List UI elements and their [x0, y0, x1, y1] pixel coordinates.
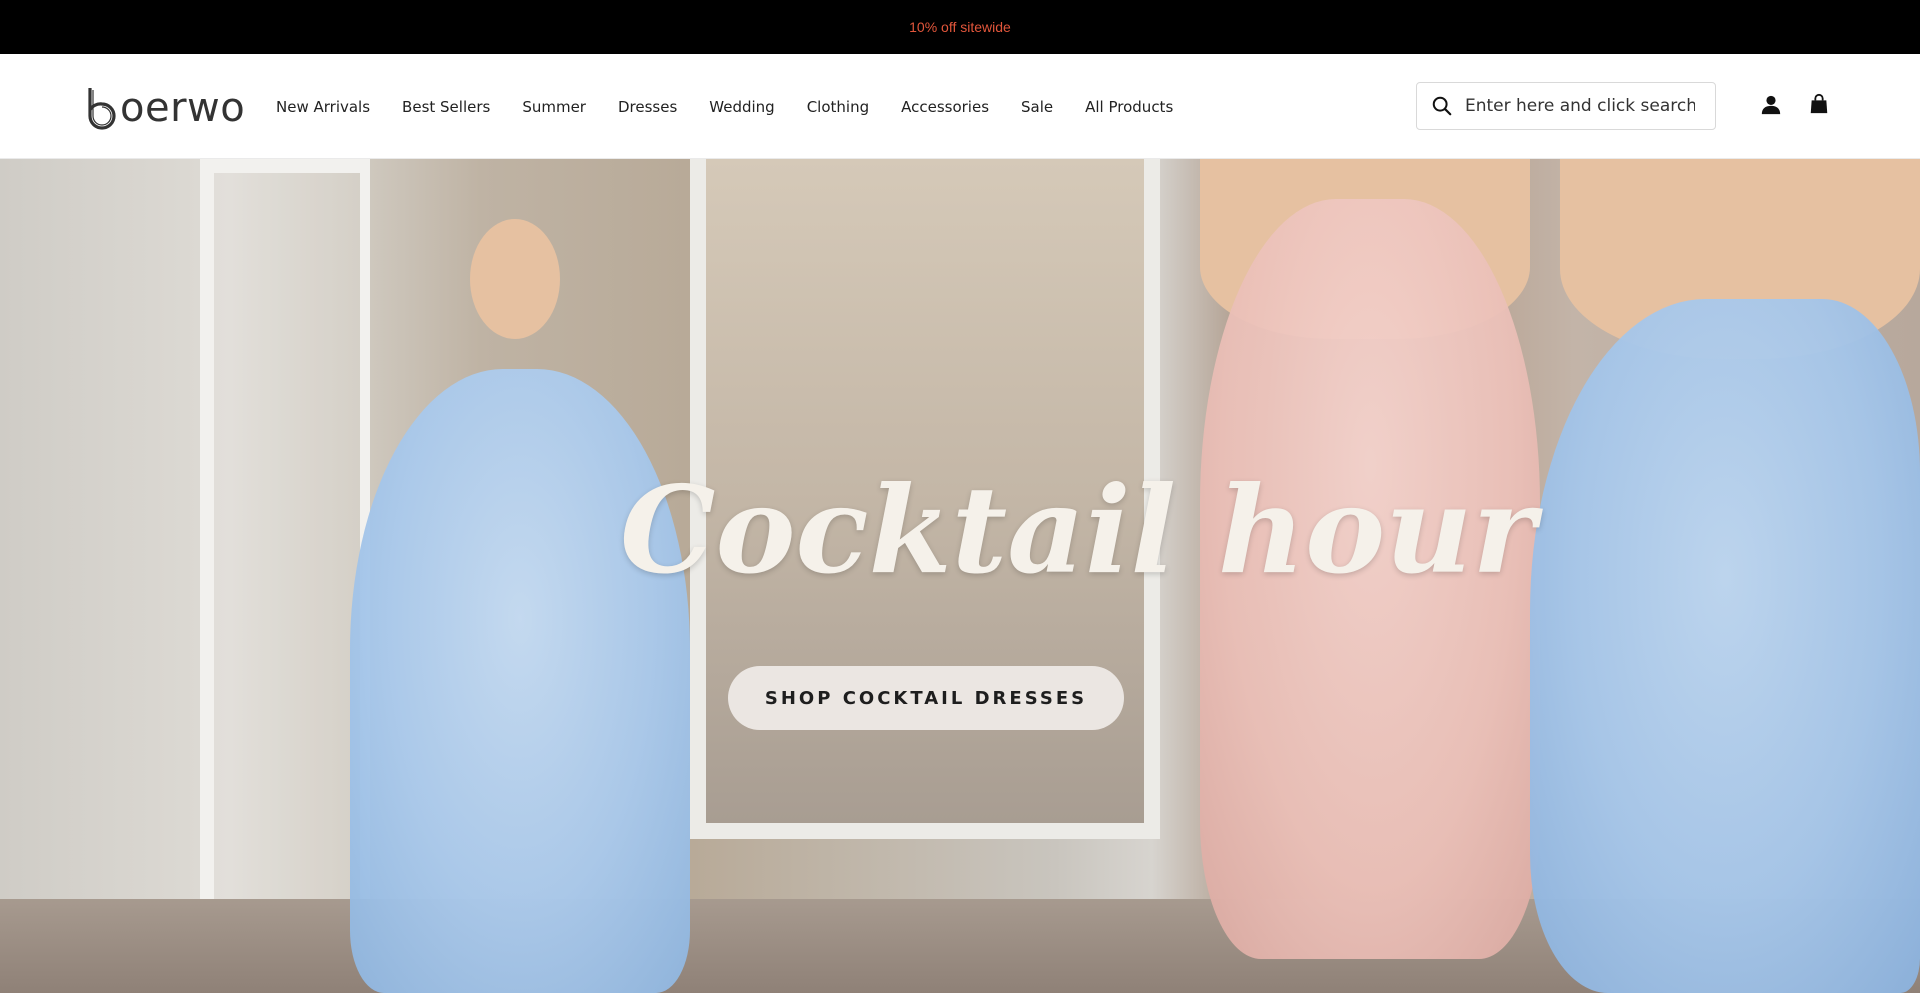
search-input[interactable]	[1465, 96, 1695, 116]
search-icon[interactable]	[1431, 95, 1453, 117]
announcement-bar: 10% off sitewide	[0, 0, 1920, 54]
nav-item-dresses[interactable]: Dresses	[618, 98, 677, 116]
site-header: oerwo New Arrivals Best Sellers Summer D…	[0, 54, 1920, 159]
brand-logo[interactable]: oerwo	[84, 84, 245, 132]
logo-b-glyph-icon	[88, 88, 116, 130]
nav-item-accessories[interactable]: Accessories	[901, 98, 989, 116]
logo-text: oerwo	[120, 85, 246, 131]
nav-item-all-products[interactable]: All Products	[1085, 98, 1173, 116]
nav-item-wedding[interactable]: Wedding	[709, 98, 774, 116]
shop-cocktail-dresses-button[interactable]: SHOP COCKTAIL DRESSES	[728, 666, 1124, 730]
search-box[interactable]	[1416, 82, 1716, 130]
model-left-skin	[470, 219, 560, 339]
cart-icon[interactable]	[1808, 93, 1830, 115]
nav-item-new-arrivals[interactable]: New Arrivals	[276, 98, 370, 116]
announcement-text: 10% off sitewide	[909, 19, 1011, 35]
nav-item-best-sellers[interactable]: Best Sellers	[402, 98, 490, 116]
nav-item-clothing[interactable]: Clothing	[807, 98, 869, 116]
nav-item-summer[interactable]: Summer	[522, 98, 586, 116]
hero-title: Cocktail hour	[620, 460, 1536, 601]
account-icon[interactable]	[1760, 94, 1782, 116]
main-nav: New Arrivals Best Sellers Summer Dresses…	[276, 54, 1205, 159]
hero-banner: Cocktail hour SHOP COCKTAIL DRESSES	[0, 159, 1920, 993]
hero-door-graphic	[200, 159, 370, 993]
model-right-dress	[1530, 299, 1920, 993]
nav-item-sale[interactable]: Sale	[1021, 98, 1053, 116]
